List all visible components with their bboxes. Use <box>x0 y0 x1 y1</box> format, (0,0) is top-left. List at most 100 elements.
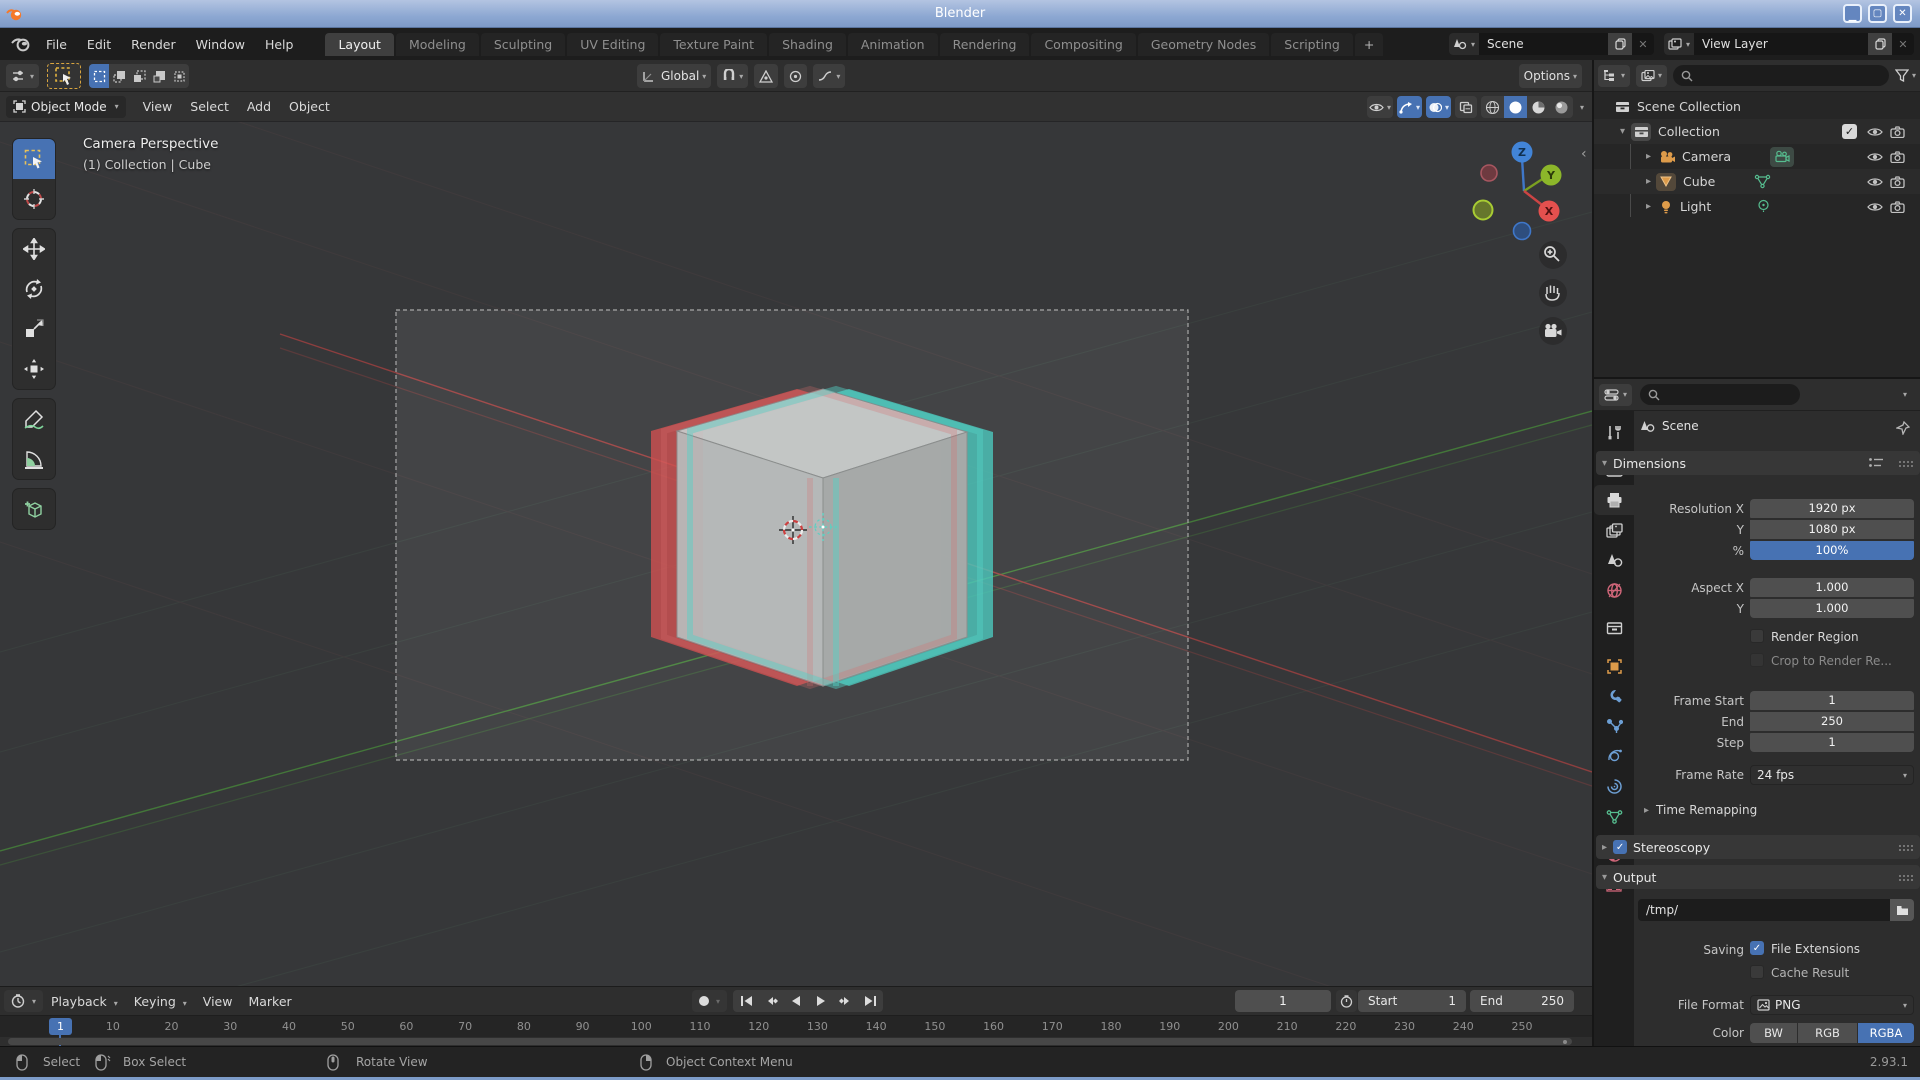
xray-toggle[interactable] <box>1455 96 1477 118</box>
scene-selector[interactable]: ▾ Scene ✕ <box>1449 33 1654 55</box>
properties-tab-output[interactable] <box>1594 485 1634 515</box>
camera-expand-icon[interactable]: ▸ <box>1646 151 1651 162</box>
properties-tab-modifiers[interactable] <box>1594 681 1634 711</box>
output-panel-header[interactable]: ▾ Output <box>1596 865 1920 889</box>
proportional-editing-toggle[interactable] <box>784 64 807 88</box>
outliner-row-camera[interactable]: ▸ Camera <box>1594 144 1920 169</box>
color-rgba-button[interactable]: RGBA <box>1858 1023 1914 1043</box>
outliner-filter-image-dropdown[interactable]: ▾ <box>1636 65 1667 87</box>
frame-rate-dropdown[interactable]: 24 fps ▾ <box>1750 765 1914 785</box>
shading-solid[interactable] <box>1504 96 1527 118</box>
outliner-row-light[interactable]: ▸ Light <box>1594 194 1920 219</box>
prev-keyframe-button[interactable] <box>758 990 783 1012</box>
browse-folder-button[interactable] <box>1890 899 1914 921</box>
view-layer-icon[interactable]: ▾ <box>1664 33 1694 55</box>
properties-search-input[interactable] <box>1640 384 1800 405</box>
panel-grip[interactable] <box>1898 460 1914 467</box>
menu-render[interactable]: Render <box>121 33 186 56</box>
mode-dropdown[interactable]: Object Mode ▾ <box>6 96 126 118</box>
workspace-tab-scripting[interactable]: Scripting <box>1271 33 1353 56</box>
sidebar-collapse-icon[interactable]: ‹ <box>1581 146 1587 162</box>
dimensions-panel-header[interactable]: ▾ Dimensions <box>1596 451 1920 475</box>
workspace-tab-animation[interactable]: Animation <box>848 33 938 56</box>
viewport-scene[interactable]: Z Y X <box>0 122 1592 986</box>
workspace-tab-uv-editing[interactable]: UV Editing <box>567 33 658 56</box>
shading-rendered[interactable] <box>1550 96 1573 118</box>
resolution-y-field[interactable]: 1080 px <box>1750 520 1914 539</box>
file-format-dropdown[interactable]: PNG ▾ <box>1750 995 1914 1015</box>
object-visibility-dropdown[interactable]: ▾ <box>1367 96 1393 118</box>
outliner-filter-dropdown[interactable]: ▾ <box>1895 69 1916 82</box>
current-frame-field[interactable]: 1 <box>1235 990 1331 1012</box>
timeline-menu-keying[interactable]: Keying ▾ <box>126 991 195 1012</box>
outliner-row-collection[interactable]: ▾ Collection ✓ <box>1594 119 1920 144</box>
time-remapping-expand-icon[interactable]: ▸ <box>1644 805 1649 816</box>
tool-annotate-button[interactable] <box>13 399 55 439</box>
timeline-editor-type-dropdown[interactable]: ▾ <box>4 990 43 1012</box>
tool-measure-button[interactable] <box>13 439 55 479</box>
timeline-scrollbar[interactable] <box>8 1038 1572 1045</box>
properties-tab-object-data[interactable] <box>1594 801 1634 831</box>
scene-name[interactable]: Scene <box>1479 37 1608 51</box>
tool-move-button[interactable] <box>13 229 55 269</box>
resolution-x-field[interactable]: 1920 px <box>1750 499 1914 518</box>
gizmo-axis-neg-z[interactable] <box>1514 223 1531 240</box>
properties-tab-particles[interactable] <box>1594 711 1634 741</box>
frame-step-field[interactable]: 1 <box>1750 733 1914 752</box>
camera-eye-icon[interactable] <box>1867 151 1883 163</box>
shading-options-chevron[interactable]: ▾ <box>1580 103 1584 112</box>
frame-end-field[interactable]: 250 <box>1750 712 1914 731</box>
workspace-tab-sculpting[interactable]: Sculpting <box>481 33 565 56</box>
frame-start-field[interactable]: 1 <box>1750 691 1914 710</box>
stereoscopy-panel-header[interactable]: ▸ ✓ Stereoscopy <box>1596 835 1920 859</box>
color-bw-button[interactable]: BW <box>1750 1023 1797 1043</box>
properties-tab-view-layer[interactable] <box>1594 515 1634 545</box>
cube-render-toggle-icon[interactable] <box>1890 176 1905 188</box>
breadcrumb-scene[interactable]: Scene <box>1662 419 1699 433</box>
presets-icon[interactable] <box>1868 457 1884 469</box>
resolution-percent-slider[interactable]: 100% <box>1750 541 1914 560</box>
workspace-tab-layout[interactable]: Layout <box>325 33 394 56</box>
light-render-toggle-icon[interactable] <box>1890 201 1905 213</box>
scene-unlink-icon[interactable]: ✕ <box>1632 38 1654 51</box>
menu-edit[interactable]: Edit <box>77 33 121 56</box>
cube-eye-icon[interactable] <box>1867 176 1883 188</box>
play-button[interactable] <box>808 990 833 1012</box>
shading-wireframe[interactable] <box>1481 96 1504 118</box>
tool-options-dropdown[interactable]: ▾ <box>6 64 39 88</box>
gizmo-axis-neg-y[interactable] <box>1474 201 1493 220</box>
select-mode-subtract[interactable] <box>129 64 149 88</box>
next-keyframe-button[interactable] <box>833 990 858 1012</box>
jump-to-start-button[interactable] <box>733 990 758 1012</box>
transform-orientation-dropdown[interactable]: Global ▾ <box>637 64 711 88</box>
show-overlays-dropdown[interactable]: ▾ <box>1426 96 1451 118</box>
outliner-row-scene-collection[interactable]: Scene Collection <box>1594 94 1920 119</box>
collection-eye-icon[interactable] <box>1867 126 1883 138</box>
options-dropdown[interactable]: Options ▾ <box>1519 64 1582 88</box>
viewport-3d[interactable]: Object Mode ▾ View Select Add Object ▾ ▾ <box>0 92 1592 986</box>
camera-render-toggle-icon[interactable] <box>1890 151 1905 163</box>
output-expand-icon[interactable]: ▾ <box>1602 872 1607 883</box>
properties-tab-collection[interactable] <box>1594 613 1634 643</box>
cube-mesh-data-icon[interactable] <box>1754 174 1771 189</box>
view-layer-remove-icon[interactable]: ✕ <box>1892 38 1914 51</box>
playhead-badge[interactable]: 1 <box>49 1018 72 1035</box>
output-path-field[interactable]: /tmp/ <box>1638 899 1890 921</box>
properties-editor-type-dropdown[interactable]: ▾ <box>1599 384 1632 406</box>
cube-object[interactable] <box>677 389 967 686</box>
proportional-falloff-dropdown[interactable]: ▾ <box>813 64 845 88</box>
snap-toggle[interactable]: ▾ <box>717 64 748 88</box>
view-layer-name[interactable]: View Layer <box>1694 37 1868 51</box>
tool-scale-button[interactable] <box>13 309 55 349</box>
timeline-ruler[interactable]: 1020304050607080901001101201301401501601… <box>0 1015 1592 1037</box>
frame-end-field[interactable]: End 250 <box>1470 990 1574 1012</box>
workspace-tab-compositing[interactable]: Compositing <box>1031 33 1135 56</box>
cube-expand-icon[interactable]: ▸ <box>1646 176 1651 187</box>
light-data-icon[interactable] <box>1756 199 1771 214</box>
snap-target-icon[interactable] <box>754 64 778 88</box>
workspace-tab-shading[interactable]: Shading <box>769 33 846 56</box>
workspace-tab-rendering[interactable]: Rendering <box>940 33 1030 56</box>
aspect-y-field[interactable]: 1.000 <box>1750 599 1914 618</box>
view-layer-selector[interactable]: ▾ View Layer ✕ <box>1664 33 1914 55</box>
scene-copy-icon[interactable] <box>1608 33 1632 55</box>
